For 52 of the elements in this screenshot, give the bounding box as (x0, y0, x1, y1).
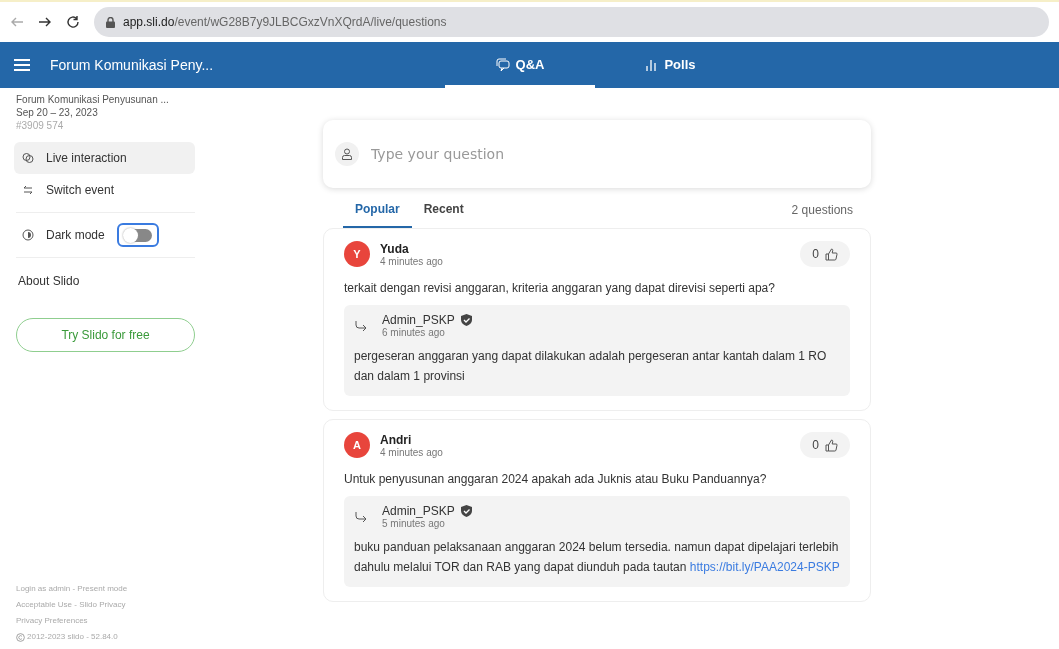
event-dates: Sep 20 – 23, 2023 (16, 106, 99, 119)
nav-tab[interactable]: Polls (595, 42, 745, 88)
user-icon (341, 148, 353, 160)
reply-text: buku panduan pelaksanaan anggaran 2024 belum tersedia. namun dapat dipelajari terlebih dahulu melalui TOR dan RAB yang dapat diunduh pada tautan https://bit.ly/PAA2024-PSKP (354, 539, 840, 576)
url-text: app.sli.do/event/wG28B7y9JLBCGxzVnXQrdA/live/questions (123, 15, 447, 29)
question-text: terkait dengan revisi anggaran, kriteria anggaran yang dapat direvisi seperti apa? (344, 281, 776, 295)
reply-arrow-icon (354, 510, 368, 523)
author-name: Admin_PSKP (382, 504, 455, 518)
timestamp: 5 minutes ago (382, 518, 446, 529)
question-count: 2 questions (791, 203, 853, 217)
address-bar[interactable]: app.sli.do/event/wG28B7y9JLBCGxzVnXQrdA/live/questions (94, 7, 1049, 37)
reply-text: pergeseran anggaran yang dapat dilakukan adalah pergeseran antar kantah dalam 1 RO dan dalam 1 provinsi (354, 348, 828, 385)
reply-arrow-icon (354, 319, 368, 332)
sidebar-item[interactable]: Live interaction (14, 142, 195, 174)
verified-shield-icon (460, 505, 472, 517)
chat-bubbles-icon (22, 152, 34, 164)
author-name: Admin_PSKP (382, 313, 455, 327)
avatar: A (344, 432, 370, 458)
timestamp: 4 minutes ago (380, 446, 443, 458)
author-name: Andri (380, 432, 413, 447)
menu-icon[interactable] (14, 58, 30, 72)
timestamp: 6 minutes ago (382, 327, 446, 338)
thumbs-up-icon (825, 438, 838, 452)
sort-tab[interactable]: Popular (343, 192, 412, 228)
timestamp: 4 minutes ago (380, 255, 443, 267)
sort-tab[interactable]: Recent (411, 192, 476, 228)
sidebar-item[interactable]: Switch event (14, 174, 195, 206)
forward-icon[interactable] (38, 15, 52, 29)
event-code: #3909 574 (16, 119, 65, 132)
verified-shield-icon (460, 314, 472, 326)
dark-mode-toggle[interactable] (116, 223, 159, 247)
like-button[interactable]: 0 (800, 241, 850, 267)
lock-icon (106, 16, 115, 28)
about-link[interactable]: About Slido (18, 274, 195, 288)
bar-chart-icon (644, 57, 659, 72)
swap-arrows-icon (22, 184, 34, 196)
author-name: Yuda (380, 241, 410, 256)
link[interactable]: https://bit.ly/PAA2024-PSKP (689, 560, 840, 574)
event-title: Forum Komunikasi Peny... (50, 57, 215, 73)
event-name: Forum Komunikasi Penyusunan ... (16, 93, 170, 106)
reload-icon[interactable] (66, 15, 80, 29)
try-free-button[interactable]: Try Slido for free (16, 318, 195, 352)
thumbs-up-icon (825, 247, 838, 261)
copyright-text: 2012-2023 slido - 52.84.0 (27, 631, 118, 643)
nav-tab[interactable]: Q&A (445, 42, 595, 88)
question-text: Untuk penyusunan anggaran 2024 apakah ada Juknis atau Buku Panduannya? (344, 472, 768, 486)
half-circle-icon (22, 229, 34, 241)
chat-bubbles-icon (495, 57, 510, 72)
copyright-icon (16, 632, 25, 642)
like-button[interactable]: 0 (800, 432, 850, 458)
avatar: Y (344, 241, 370, 267)
dark-mode-label: Dark mode (46, 228, 105, 242)
